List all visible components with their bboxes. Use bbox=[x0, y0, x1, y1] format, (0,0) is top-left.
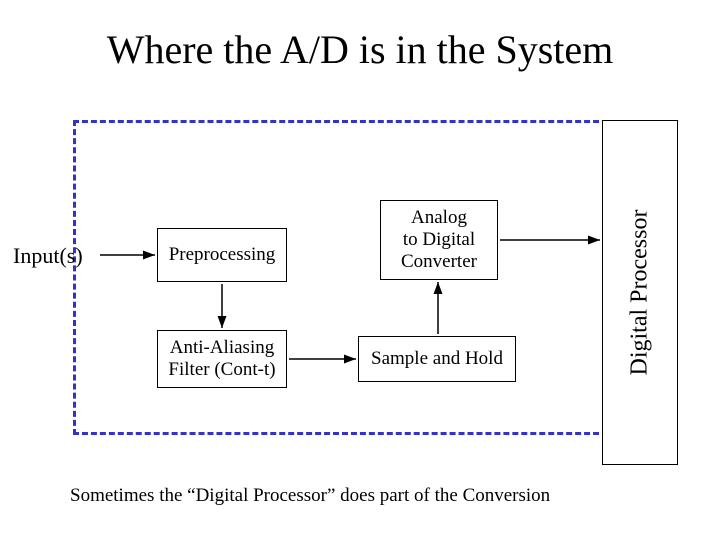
slide-title: Where the A/D is in the System bbox=[0, 26, 720, 73]
anti-aliasing-block: Anti-AliasingFilter (Cont-t) bbox=[157, 330, 287, 388]
dashed-container bbox=[73, 120, 608, 435]
digital-processor-label: Digital Processor bbox=[627, 210, 654, 376]
input-label: Input(s) bbox=[13, 243, 83, 269]
digital-processor-block: Digital Processor bbox=[602, 120, 678, 465]
caption-text: Sometimes the “Digital Processor” does p… bbox=[70, 485, 550, 507]
adc-block: Analogto DigitalConverter bbox=[380, 200, 498, 280]
sample-hold-block: Sample and Hold bbox=[358, 336, 516, 382]
preprocessing-block: Preprocessing bbox=[157, 228, 287, 282]
